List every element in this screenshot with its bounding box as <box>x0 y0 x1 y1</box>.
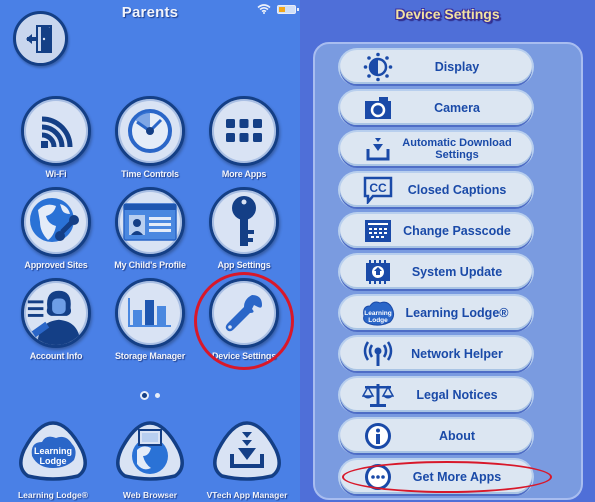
exit-door-icon <box>25 24 52 53</box>
tile-label: My Child's Profile <box>114 260 186 270</box>
menu-label: Automatic Download Settings <box>402 137 512 161</box>
menu-label: About <box>438 429 476 443</box>
info-icon <box>365 423 391 449</box>
tile-account-info[interactable]: Account Info <box>11 278 101 361</box>
dock-label: Web Browser <box>122 490 178 500</box>
tile-storage-manager[interactable]: Storage Manager <box>105 278 195 361</box>
svg-text:Lodge: Lodge <box>40 456 67 466</box>
menu-display[interactable]: Display <box>340 50 532 84</box>
id-card-icon <box>123 203 177 241</box>
parents-screen: Parents Wi-Fi Time Controls More Apps Ap… <box>0 0 300 502</box>
page-title: Device Settings <box>395 6 500 22</box>
page-dot-active[interactable] <box>140 391 149 400</box>
svg-text:Learning: Learning <box>34 446 72 456</box>
battery-icon <box>277 4 299 14</box>
dock-learning-lodge[interactable]: Learning Lodge Learning Lodge® <box>5 420 101 500</box>
download-tray-icon <box>366 138 390 161</box>
download-icon <box>213 421 281 481</box>
menu-label: Legal Notices <box>416 388 498 402</box>
account-person-icon <box>27 290 81 345</box>
menu-label: Get More Apps <box>412 470 502 484</box>
clock-icon <box>128 109 172 153</box>
menu-network-helper[interactable]: Network Helper <box>340 337 532 371</box>
tile-label: Device Settings <box>211 351 277 361</box>
antenna-icon <box>363 341 393 366</box>
tile-time-controls[interactable]: Time Controls <box>105 96 195 179</box>
closed-captions-icon: CC <box>363 176 393 204</box>
exit-button[interactable] <box>13 11 68 66</box>
more-dots-icon <box>365 464 391 490</box>
tile-label: App Settings <box>217 260 271 270</box>
menu-label: Camera <box>434 101 480 115</box>
page-indicator <box>140 391 160 400</box>
menu-label: Display <box>434 60 480 74</box>
tile-app-settings[interactable]: App Settings <box>199 187 289 270</box>
camera-icon <box>365 97 391 119</box>
grid-icon <box>226 119 262 142</box>
menu-label: Closed Captions <box>407 183 507 197</box>
menu-change-passcode[interactable]: Change Passcode <box>340 214 532 248</box>
menu-label: Learning Lodge® <box>405 306 509 320</box>
tile-label: Account Info <box>29 351 83 361</box>
dock-label: VTech App Manager <box>206 490 288 500</box>
status-bar <box>257 4 299 14</box>
menu-camera[interactable]: Camera <box>340 91 532 125</box>
learning-lodge-icon: Learning Lodge <box>363 301 395 326</box>
dock-label: Learning Lodge® <box>17 490 88 500</box>
tile-label: Approved Sites <box>24 260 88 270</box>
tile-more-apps[interactable]: More Apps <box>199 96 289 179</box>
tile-label: Time Controls <box>121 169 179 179</box>
menu-label: System Update <box>411 265 503 279</box>
page-dot[interactable] <box>155 393 160 398</box>
chip-update-icon <box>366 260 390 284</box>
svg-text:Learning: Learning <box>364 310 391 317</box>
wifi-icon <box>41 116 73 148</box>
keypad-icon <box>365 220 391 242</box>
menu-label: Network Helper <box>411 347 503 361</box>
web-browser-icon <box>116 421 184 481</box>
menu-automatic-download-settings[interactable]: Automatic Download Settings <box>340 132 532 166</box>
wifi-status-icon <box>257 4 271 14</box>
learning-lodge-icon: Learning Lodge <box>19 421 87 481</box>
tile-label: Storage Manager <box>114 351 186 361</box>
dock-vtech-app-manager[interactable]: VTech App Manager <box>199 420 295 500</box>
tile-my-childs-profile[interactable]: My Child's Profile <box>105 187 195 270</box>
wrench-icon <box>225 295 262 332</box>
menu-learning-lodge[interactable]: Learning Lodge Learning Lodge® <box>340 296 532 330</box>
menu-legal-notices[interactable]: Legal Notices <box>340 378 532 412</box>
key-icon <box>232 196 256 246</box>
dock-web-browser[interactable]: Web Browser <box>102 420 198 500</box>
globe-wrench-icon <box>30 198 79 242</box>
scales-icon <box>362 384 394 407</box>
tile-label: Wi-Fi <box>45 169 67 179</box>
tile-approved-sites[interactable]: Approved Sites <box>11 187 101 270</box>
menu-label: Change Passcode <box>403 224 511 238</box>
brightness-icon <box>363 52 393 82</box>
bar-chart-icon <box>128 298 171 327</box>
svg-text:CC: CC <box>369 181 387 195</box>
device-settings-screen: Device Settings Display Camera Automatic… <box>300 0 595 502</box>
tile-wifi[interactable]: Wi-Fi <box>11 96 101 179</box>
svg-text:Lodge: Lodge <box>368 317 388 324</box>
menu-about[interactable]: About <box>340 419 532 453</box>
menu-closed-captions[interactable]: CC Closed Captions <box>340 173 532 207</box>
tile-device-settings[interactable]: Device Settings <box>199 278 289 361</box>
menu-system-update[interactable]: System Update <box>340 255 532 289</box>
menu-get-more-apps[interactable]: Get More Apps <box>340 460 532 494</box>
tile-label: More Apps <box>221 169 267 179</box>
